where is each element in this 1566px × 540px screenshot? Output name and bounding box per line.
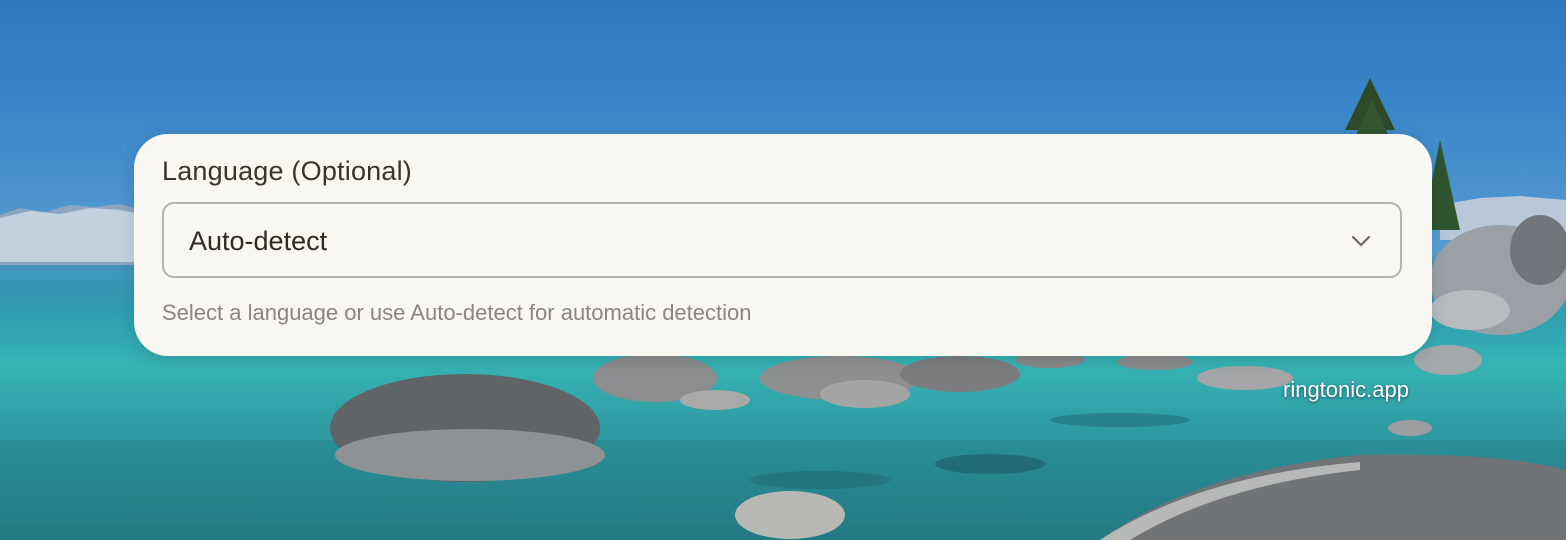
- watermark-text: ringtonic.app: [1283, 377, 1409, 402]
- language-helper-text: Select a language or use Auto-detect for…: [162, 300, 752, 325]
- language-settings-card: Language (Optional) Auto-detect Select a…: [134, 134, 1432, 356]
- chevron-down-icon: [1351, 235, 1371, 247]
- wallpaper-background: Language (Optional) Auto-detect Select a…: [0, 0, 1566, 540]
- language-select[interactable]: Auto-detect: [162, 202, 1402, 278]
- language-field-label: Language (Optional): [162, 156, 412, 186]
- language-select-value: Auto-detect: [189, 226, 328, 256]
